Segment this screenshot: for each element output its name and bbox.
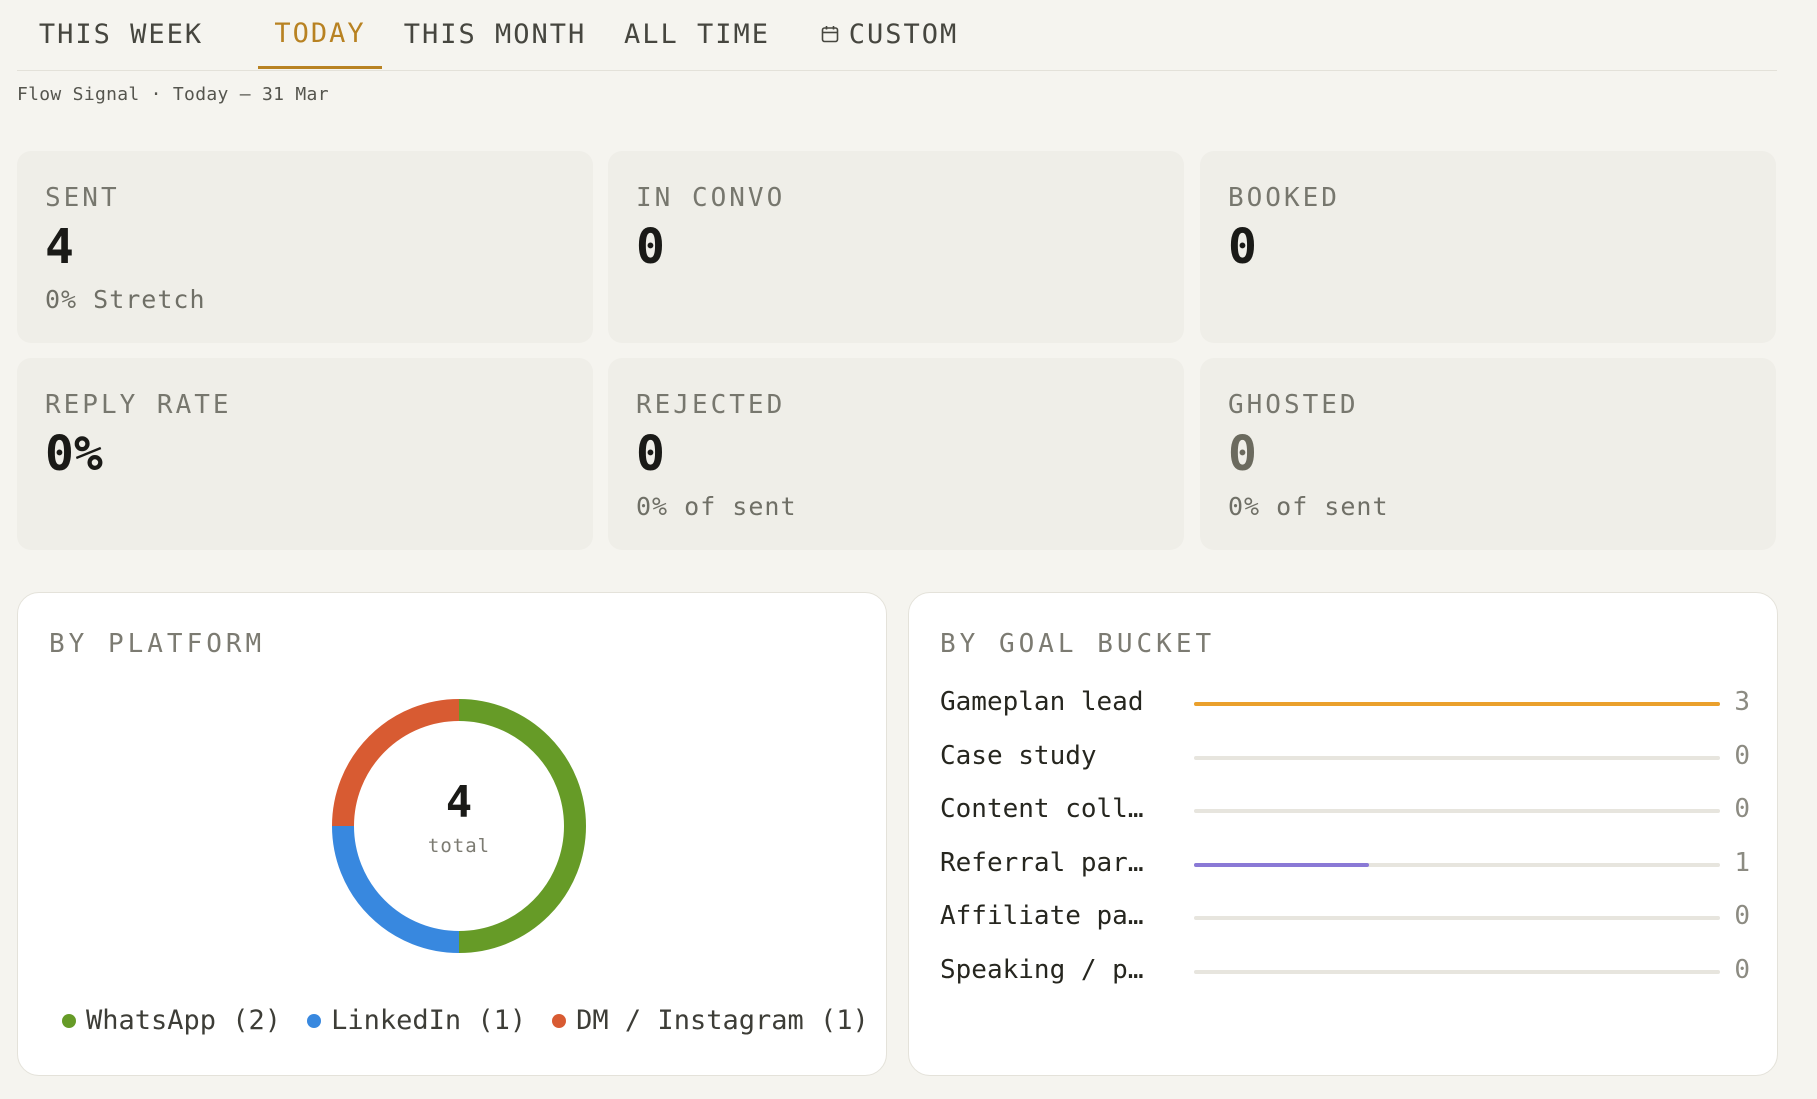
stat-value: 0	[1228, 219, 1257, 275]
legend-label: DM / Instagram (1)	[576, 1005, 869, 1036]
bucket-bar-track	[1194, 809, 1720, 813]
bucket-label: Content coll…	[940, 794, 1144, 824]
stat-label: REJECTED	[636, 390, 786, 420]
stat-value: 0	[1228, 426, 1257, 482]
bucket-label: Referral par…	[940, 848, 1144, 878]
bucket-bar-track	[1194, 970, 1720, 974]
bucket-label: Gameplan lead	[940, 687, 1144, 717]
legend-dot	[552, 1013, 567, 1028]
legend-item-linkedin: LinkedIn (1)	[307, 1005, 526, 1036]
stat-card-sent: SENT 4 0% Stretch	[17, 151, 593, 343]
bucket-count: 0	[1734, 955, 1750, 985]
bucket-bar-track	[1194, 863, 1720, 867]
legend-label: WhatsApp (2)	[86, 1005, 282, 1036]
bucket-bar-track	[1194, 756, 1720, 760]
stat-card-booked: BOOKED 0	[1200, 151, 1776, 343]
legend-item-whatsapp: WhatsApp (2)	[62, 1005, 281, 1036]
stat-value: 0	[636, 219, 665, 275]
stat-label: BOOKED	[1228, 183, 1340, 213]
legend-label: LinkedIn (1)	[331, 1005, 527, 1036]
bucket-row: Referral par… 1	[940, 844, 1750, 884]
breadcrumb: Flow Signal · Today — 31 Mar	[17, 84, 329, 105]
bucket-bar-track	[1194, 916, 1720, 920]
tab-all-time[interactable]: ALL TIME	[617, 0, 777, 68]
stat-label: REPLY RATE	[45, 390, 232, 420]
bucket-label: Case study	[940, 741, 1097, 771]
stat-sub: 0% of sent	[1228, 492, 1389, 521]
by-goal-bucket-panel: BY GOAL BUCKET Gameplan lead 3 Case study 0…	[908, 592, 1778, 1076]
tab-label: CUSTOM	[848, 18, 959, 50]
panel-title: BY GOAL BUCKET	[940, 629, 1216, 659]
tab-label: THIS WEEK	[38, 18, 204, 50]
stat-label: GHOSTED	[1228, 390, 1359, 420]
panel-title: BY PLATFORM	[49, 629, 266, 659]
stat-sub: 0% of sent	[636, 492, 797, 521]
bucket-bar-fill	[1194, 863, 1370, 867]
period-tabs: THIS WEEK TODAY THIS MONTH ALL TIME CUST…	[17, 0, 1777, 71]
bucket-row: Gameplan lead 3	[940, 683, 1750, 723]
legend-item-dm-instagram: DM / Instagram (1)	[552, 1005, 869, 1036]
bucket-label: Affiliate pa…	[940, 901, 1144, 931]
stat-card-ghosted: GHOSTED 0 0% of sent	[1200, 358, 1776, 550]
stat-label: IN CONVO	[636, 183, 786, 213]
bucket-bar-track	[1194, 702, 1720, 706]
tab-today[interactable]: TODAY	[258, 0, 382, 69]
tab-this-month[interactable]: THIS MONTH	[390, 0, 600, 68]
bucket-count: 0	[1734, 741, 1750, 771]
by-platform-panel: BY PLATFORM 4 total WhatsApp (2) LinkedI…	[17, 592, 887, 1076]
bucket-count: 0	[1734, 901, 1750, 931]
bucket-count: 3	[1734, 687, 1750, 717]
tab-this-week[interactable]: THIS WEEK	[17, 0, 225, 68]
tab-label: THIS MONTH	[403, 18, 587, 50]
bucket-count: 0	[1734, 794, 1750, 824]
stat-sub: 0% Stretch	[45, 285, 206, 314]
donut-total: 4	[445, 777, 473, 828]
tab-label: TODAY	[274, 17, 366, 49]
legend-dot	[62, 1013, 76, 1028]
bucket-row: Affiliate pa… 0	[940, 897, 1750, 937]
tab-label: ALL TIME	[623, 18, 771, 50]
bucket-label: Speaking / p…	[940, 955, 1144, 985]
stat-value: 0	[636, 426, 665, 482]
stat-card-in-convo: IN CONVO 0	[608, 151, 1184, 343]
legend-dot	[307, 1013, 322, 1028]
bucket-row: Case study 0	[940, 737, 1750, 777]
donut-caption: total	[427, 835, 491, 857]
calendar-icon	[821, 26, 839, 43]
stat-label: SENT	[45, 183, 120, 213]
bucket-row: Speaking / p… 0	[940, 951, 1750, 991]
bucket-count: 1	[1734, 848, 1750, 878]
platform-legend: WhatsApp (2) LinkedIn (1) DM / Instagram…	[62, 1005, 869, 1036]
stat-card-reply-rate: REPLY RATE 0%	[17, 358, 593, 550]
bucket-bar-fill	[1194, 702, 1720, 706]
dashboard-page: THIS WEEK TODAY THIS MONTH ALL TIME CUST…	[0, 0, 1817, 1099]
tab-custom[interactable]: CUSTOM	[807, 0, 972, 68]
bucket-row: Content coll… 0	[940, 790, 1750, 830]
stat-card-rejected: REJECTED 0 0% of sent	[608, 358, 1184, 550]
stat-value: 4	[45, 219, 74, 275]
stat-value: 0%	[45, 426, 103, 482]
